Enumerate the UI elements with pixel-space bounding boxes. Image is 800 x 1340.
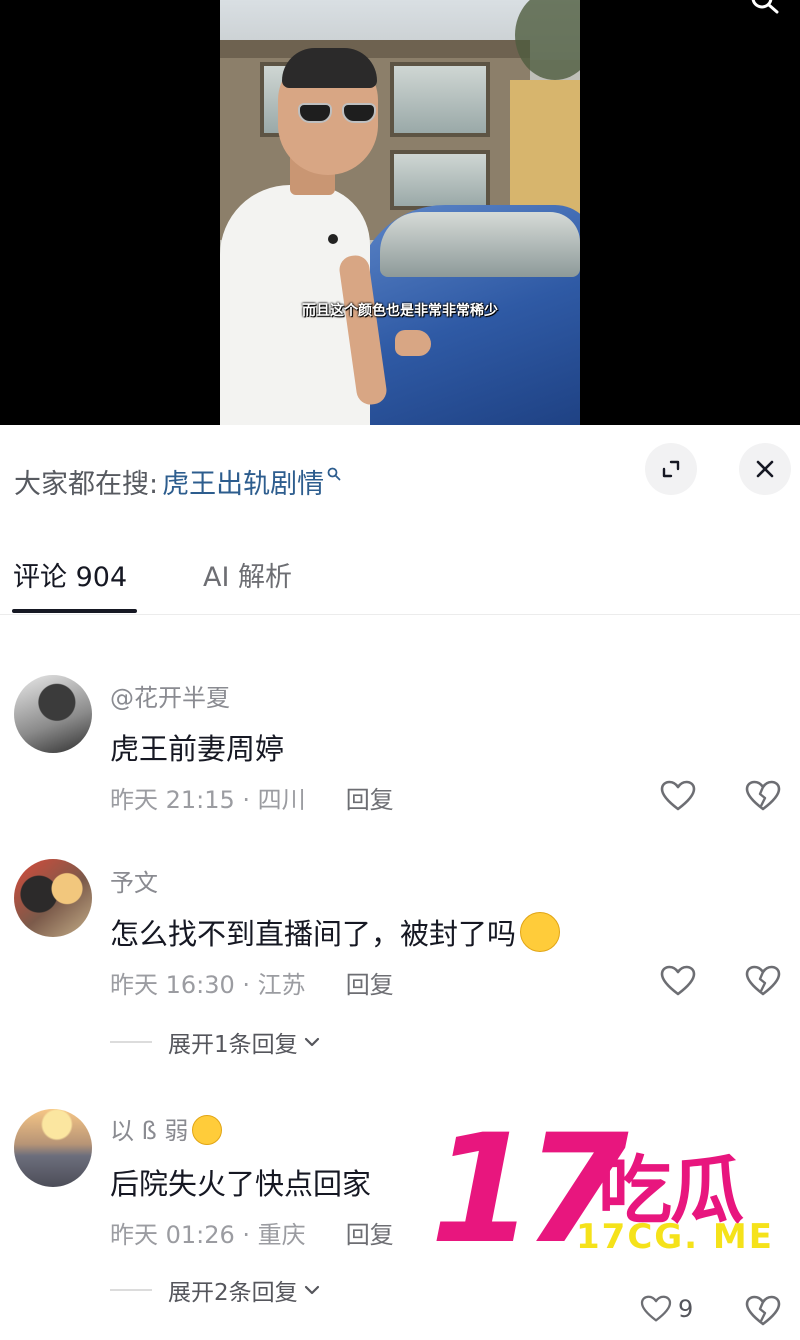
expand-replies-button[interactable]: 展开1条回复	[110, 1025, 320, 1059]
expand-icon	[662, 460, 680, 478]
comment-text: 怎么找不到直播间了，被封了吗	[110, 917, 517, 951]
comment-time-location: 昨天 16:30 · 江苏	[110, 971, 306, 999]
comment-text-row: 怎么找不到直播间了，被封了吗	[110, 911, 561, 953]
comment-meta: 昨天 21:15 · 四川 回复	[110, 780, 394, 815]
comment-time-location: 昨天 01:26 · 重庆	[110, 1221, 306, 1249]
comment-item: 予文 怎么找不到直播间了，被封了吗 昨天 16:30 · 江苏 回复 展开1条回复	[0, 855, 800, 1065]
expand-replies-label: 展开1条回复	[168, 1032, 298, 1058]
expand-button[interactable]	[645, 443, 697, 495]
comment-text: 后院失火了快点回家	[110, 1167, 372, 1201]
tab-ai-analysis[interactable]: AI 解析	[203, 555, 292, 594]
expand-replies-button[interactable]: 展开2条回复	[110, 1273, 320, 1307]
avatar[interactable]	[14, 859, 92, 937]
comment-meta: 昨天 16:30 · 江苏 回复	[110, 965, 394, 1000]
comment-tabs: 评论 904 AI 解析	[0, 525, 800, 615]
site-watermark: 17 吃瓜 17CG. ME	[430, 1115, 800, 1275]
heart-icon[interactable]	[660, 780, 696, 812]
chevron-down-icon	[304, 1285, 319, 1295]
comment-author-row[interactable]: 以 ß 弱	[110, 1111, 223, 1146]
watermark-domain: 17CG. ME	[576, 1217, 774, 1257]
trending-search[interactable]: 大家都在搜: 虎王出轨剧情	[14, 462, 341, 501]
video-person-hand	[395, 330, 431, 356]
comment-text: 虎王前妻周婷	[110, 732, 285, 766]
broken-heart-icon[interactable]	[745, 1295, 781, 1327]
comment-meta: 昨天 01:26 · 重庆 回复	[110, 1215, 394, 1250]
search-icon[interactable]	[750, 0, 780, 16]
surprised-face-emoji	[520, 912, 561, 952]
sunglasses	[298, 103, 378, 125]
video-car-windshield	[380, 212, 580, 277]
chevron-down-icon	[304, 1037, 319, 1047]
comment-author[interactable]: @花开半夏	[110, 678, 230, 713]
tab-comments[interactable]: 评论 904	[13, 555, 127, 594]
close-button[interactable]	[739, 443, 791, 495]
active-tab-indicator	[12, 609, 137, 613]
trending-search-row: 大家都在搜: 虎王出轨剧情	[0, 425, 800, 525]
trending-search-term[interactable]: 虎王出轨剧情	[162, 462, 324, 501]
comment-time-location: 昨天 21:15 · 四川	[110, 786, 306, 814]
video-building-band	[220, 40, 530, 58]
divider	[110, 1041, 152, 1043]
comment-item: @花开半夏 虎王前妻周婷 昨天 21:15 · 四川 回复	[0, 670, 800, 820]
heart-icon[interactable]	[660, 965, 696, 997]
video-window	[390, 150, 490, 210]
avatar[interactable]	[14, 675, 92, 753]
trending-search-prefix: 大家都在搜:	[14, 469, 159, 500]
comment-author[interactable]: 予文	[110, 863, 158, 898]
avatar[interactable]	[14, 1109, 92, 1187]
video-window	[390, 62, 490, 137]
lapel-mic	[328, 234, 338, 244]
like-count: 9	[678, 1295, 694, 1323]
search-icon	[327, 467, 341, 480]
hugging-face-emoji	[192, 1115, 223, 1145]
reply-button[interactable]: 回复	[346, 786, 394, 814]
reply-button[interactable]: 回复	[346, 1221, 394, 1249]
reply-button[interactable]: 回复	[346, 971, 394, 999]
video-subtitle: 而且这个颜色也是非常非常稀少	[302, 303, 498, 319]
video-person-hair	[282, 48, 377, 88]
heart-icon[interactable]	[640, 1295, 672, 1323]
close-icon	[756, 460, 774, 478]
broken-heart-icon[interactable]	[745, 965, 781, 997]
video-frame: 而且这个颜色也是非常非常稀少	[220, 0, 580, 425]
broken-heart-icon[interactable]	[745, 780, 781, 812]
expand-replies-label: 展开2条回复	[168, 1280, 298, 1306]
video-player[interactable]: 而且这个颜色也是非常非常稀少	[0, 0, 800, 425]
comment-author: 以 ß 弱	[110, 1117, 189, 1145]
divider	[110, 1289, 152, 1291]
